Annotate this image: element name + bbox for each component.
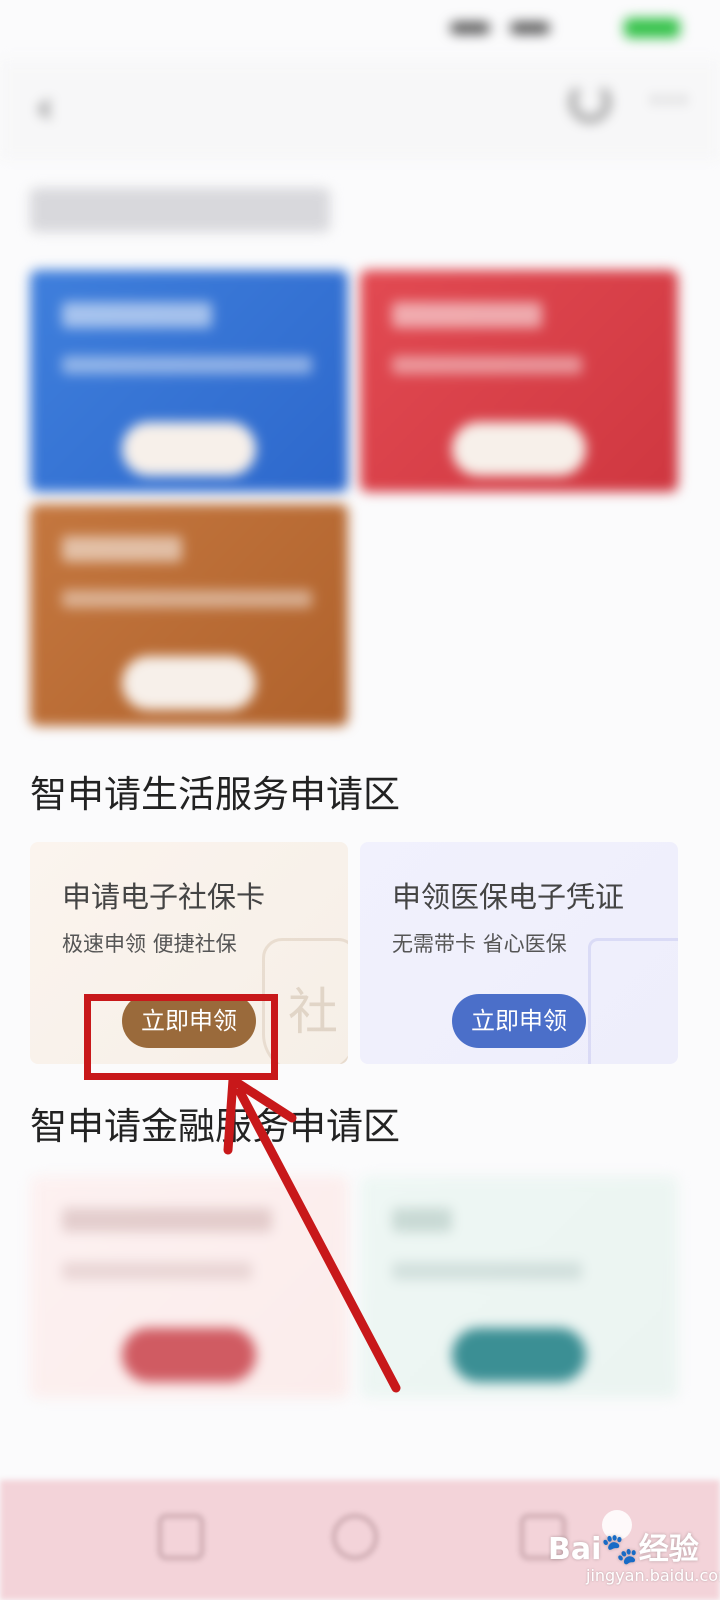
account-card-debit[interactable] — [30, 270, 348, 492]
apply-now-button[interactable]: 立即申领 — [452, 994, 586, 1048]
finance-section-title: 智申请金融服务申请区 — [30, 1105, 400, 1148]
battery-icon — [624, 18, 680, 38]
card-subtitle — [392, 356, 582, 374]
apply-now-button[interactable] — [122, 1328, 256, 1382]
card-subtitle — [62, 356, 312, 374]
signal-icon — [450, 22, 490, 34]
card-subtitle — [392, 1262, 582, 1280]
medical-insurance-card[interactable]: 申领医保电子凭证 无需带卡 省心医保 立即申领 — [360, 842, 678, 1064]
refresh-icon[interactable] — [570, 82, 610, 122]
more-options-icon[interactable]: ··· — [650, 80, 690, 121]
highlight-box — [84, 994, 278, 1080]
card-subtitle — [62, 590, 312, 608]
tab-home-icon[interactable] — [158, 1514, 204, 1560]
card-title — [62, 302, 212, 328]
life-section-title: 智申请生活服务申请区 — [30, 773, 400, 816]
apply-now-button[interactable] — [122, 656, 256, 710]
account-card-third[interactable] — [30, 504, 348, 726]
finance-card-loan[interactable] — [30, 1176, 348, 1398]
status-icons — [450, 18, 680, 38]
card-title — [392, 1208, 452, 1232]
card-subtitle — [62, 1262, 252, 1280]
card-subtitle: 极速申领 便捷社保 — [62, 932, 237, 956]
social-watermark: 社 — [288, 983, 338, 1041]
brand-url: jingyan.baidu.com — [586, 1566, 720, 1585]
tab-center-icon[interactable] — [332, 1514, 378, 1560]
app-header: ‹ ··· — [0, 60, 720, 157]
card-title: 申请电子社保卡 — [62, 880, 266, 914]
card-subtitle: 无需带卡 省心医保 — [392, 932, 567, 956]
wifi-icon — [510, 22, 550, 34]
account-card-credit[interactable] — [360, 270, 678, 492]
medical-kit-icon — [588, 938, 678, 1064]
brand-watermark: Bai🐾经验 — [548, 1532, 699, 1567]
account-section-title — [30, 188, 330, 232]
card-title — [392, 302, 542, 328]
finance-card-other[interactable] — [360, 1176, 678, 1398]
back-arrow-icon[interactable]: ‹ — [36, 82, 54, 133]
card-title — [62, 1208, 272, 1232]
apply-now-button[interactable] — [452, 422, 586, 476]
card-title — [62, 536, 182, 562]
apply-now-button[interactable] — [122, 422, 256, 476]
apply-now-button[interactable] — [452, 1328, 586, 1382]
card-title: 申领医保电子凭证 — [392, 880, 625, 914]
status-bar — [0, 0, 720, 60]
